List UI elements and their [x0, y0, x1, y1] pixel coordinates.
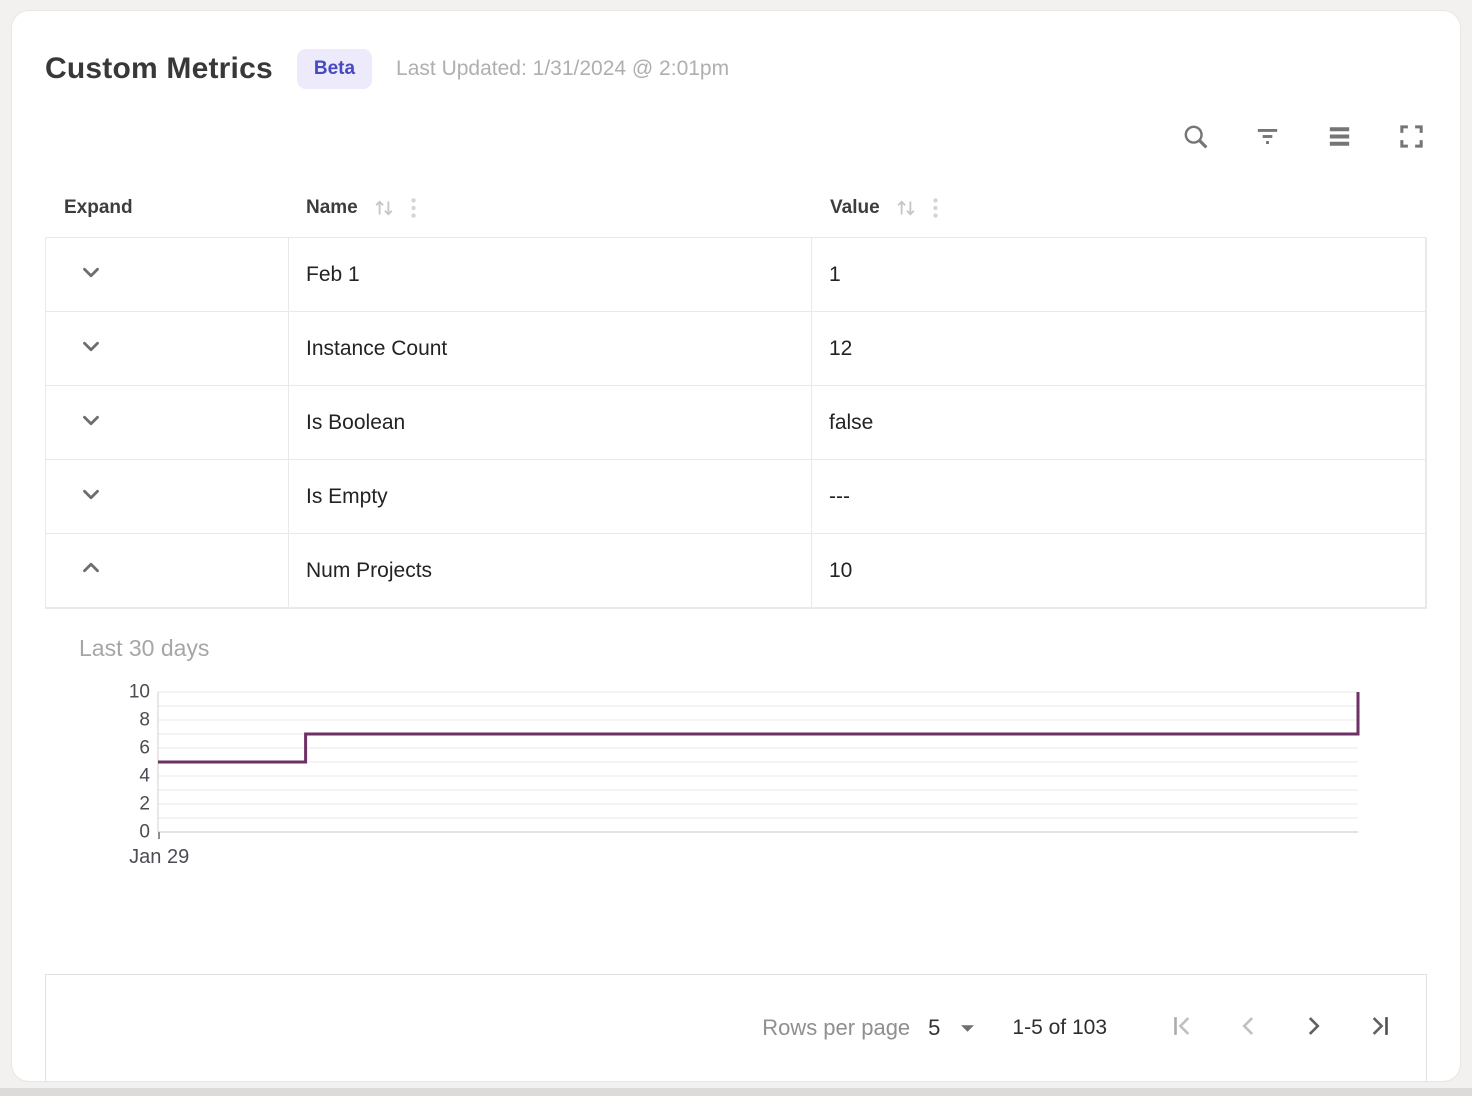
y-tick-label: 10	[129, 683, 150, 702]
y-tick-label: 6	[139, 739, 150, 758]
chevron-down-icon	[960, 1024, 975, 1033]
rows-per-page-select[interactable]: 5	[928, 1015, 975, 1041]
column-label: Value	[830, 197, 880, 219]
name-cell: Num Projects	[289, 534, 812, 607]
card-header: Custom Metrics Beta Last Updated: 1/31/2…	[45, 11, 1427, 89]
rows-per-page-value: 5	[928, 1015, 940, 1041]
filter-button[interactable]	[1251, 123, 1283, 155]
chevron-right-icon	[1301, 1013, 1327, 1044]
pagination-range-label: 1-5 of 103	[1012, 1016, 1107, 1040]
previous-page-button[interactable]	[1235, 1015, 1261, 1041]
search-icon	[1181, 122, 1210, 156]
pagination-buttons	[1129, 1015, 1393, 1041]
table-row: Num Projects 10	[46, 534, 1425, 608]
expand-cell	[46, 238, 289, 311]
expanded-row-chart-section: Last 30 days 0246810 Jan 29	[45, 635, 1427, 832]
first-page-button[interactable]	[1169, 1015, 1195, 1041]
bottom-edge-strip	[0, 1088, 1472, 1096]
y-tick-label: 2	[139, 795, 150, 814]
name-cell: Is Boolean	[289, 386, 812, 459]
chevron-up-icon	[78, 555, 104, 587]
chart-svg	[158, 692, 1358, 832]
column-menu-icon[interactable]	[931, 195, 940, 221]
fullscreen-icon	[1397, 122, 1426, 156]
expand-cell	[46, 460, 289, 533]
expand-cell	[46, 312, 289, 385]
last-page-icon	[1367, 1013, 1393, 1044]
table-footer: Rows per page 5 1-5 of 103	[45, 974, 1427, 1081]
search-button[interactable]	[1179, 123, 1211, 155]
chevron-left-icon	[1235, 1013, 1261, 1044]
column-header-value[interactable]: Value	[813, 195, 1427, 221]
first-page-icon	[1169, 1013, 1195, 1044]
column-menu-icon[interactable]	[409, 195, 418, 221]
column-header-expand: Expand	[45, 197, 289, 219]
expand-row-button[interactable]	[76, 260, 106, 290]
last-page-button[interactable]	[1367, 1015, 1393, 1041]
table-row: Feb 1 1	[46, 238, 1425, 312]
metrics-table: Expand Name Value	[45, 179, 1427, 609]
chevron-down-icon	[78, 481, 104, 513]
y-tick-label: 8	[139, 711, 150, 730]
chevron-down-icon	[78, 407, 104, 439]
expand-row-button[interactable]	[76, 482, 106, 512]
page-title: Custom Metrics	[45, 52, 273, 86]
last-updated-text: Last Updated: 1/31/2024 @ 2:01pm	[396, 57, 729, 81]
rows-per-page-label: Rows per page	[762, 1015, 910, 1041]
expand-row-button[interactable]	[76, 334, 106, 364]
value-cell: 12	[812, 312, 1425, 385]
next-page-button[interactable]	[1301, 1015, 1327, 1041]
sort-icon[interactable]	[372, 197, 396, 219]
expand-row-button[interactable]	[76, 408, 106, 438]
table-body: Feb 1 1 Instance Count 12 Is Boole	[45, 237, 1427, 609]
sort-icon[interactable]	[894, 197, 918, 219]
beta-badge: Beta	[297, 49, 372, 89]
collapse-row-button[interactable]	[76, 556, 106, 586]
x-axis-tick	[158, 832, 160, 839]
step-line-chart: 0246810 Jan 29	[116, 692, 1358, 832]
table-row: Instance Count 12	[46, 312, 1425, 386]
expand-cell	[46, 386, 289, 459]
chart-title: Last 30 days	[79, 635, 1427, 662]
name-cell: Feb 1	[289, 238, 812, 311]
y-axis-labels: 0246810	[116, 692, 158, 832]
custom-metrics-card: Custom Metrics Beta Last Updated: 1/31/2…	[11, 10, 1461, 1082]
table-row: Is Empty ---	[46, 460, 1425, 534]
value-cell: 10	[812, 534, 1425, 607]
table-row: Is Boolean false	[46, 386, 1425, 460]
name-cell: Instance Count	[289, 312, 812, 385]
value-cell: false	[812, 386, 1425, 459]
chevron-down-icon	[78, 259, 104, 291]
fullscreen-button[interactable]	[1395, 123, 1427, 155]
y-tick-label: 0	[139, 823, 150, 842]
column-label: Expand	[64, 197, 133, 219]
y-tick-label: 4	[139, 767, 150, 786]
filter-icon	[1253, 122, 1282, 156]
chevron-down-icon	[78, 333, 104, 365]
expand-cell	[46, 534, 289, 607]
density-button[interactable]	[1323, 123, 1355, 155]
table-header-row: Expand Name Value	[45, 179, 1427, 237]
column-label: Name	[306, 197, 358, 219]
column-header-name[interactable]: Name	[289, 195, 813, 221]
x-axis-label: Jan 29	[129, 846, 189, 869]
value-cell: 1	[812, 238, 1425, 311]
value-cell: ---	[812, 460, 1425, 533]
chart-plot-area: Jan 29	[158, 692, 1358, 832]
table-toolbar	[45, 117, 1427, 161]
name-cell: Is Empty	[289, 460, 812, 533]
density-icon	[1325, 122, 1354, 156]
